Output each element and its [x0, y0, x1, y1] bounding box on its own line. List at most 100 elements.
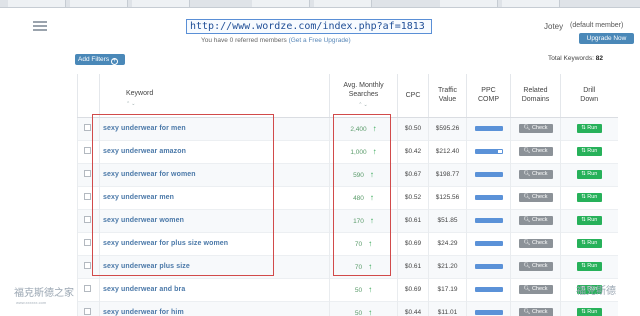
trend-up-icon: ↑: [368, 308, 373, 316]
cpc-cell: $0.42: [397, 139, 429, 163]
run-button[interactable]: ⇅ Run: [576, 262, 602, 271]
browser-tab[interactable]: [502, 0, 560, 7]
check-button[interactable]: 🔍︎ Check: [518, 147, 553, 156]
row-checkbox[interactable]: [84, 308, 91, 316]
keyword-link[interactable]: sexy underwear and bra: [103, 286, 185, 293]
cpc-cell: $0.67: [397, 162, 429, 186]
check-button[interactable]: 🔍︎ Check: [518, 308, 553, 316]
drill-icon: ⇅: [581, 148, 586, 154]
searches-value: 170: [353, 218, 364, 225]
keyword-cell[interactable]: sexy underwear and bra: [99, 277, 330, 301]
cpc-column-header[interactable]: CPC: [397, 74, 429, 118]
row-checkbox[interactable]: [84, 170, 91, 177]
run-button[interactable]: ⇅ Run: [576, 193, 602, 202]
row-checkbox[interactable]: [84, 124, 91, 131]
row-checkbox[interactable]: [84, 239, 91, 246]
keyword-cell[interactable]: sexy underwear women: [99, 208, 330, 232]
keyword-column-header[interactable]: Keyword ⌃⌄: [99, 74, 330, 118]
keyword-cell[interactable]: sexy underwear for women: [99, 162, 330, 186]
searches-value: 50: [354, 287, 363, 294]
keyword-header-label: Keyword: [126, 90, 154, 98]
keyword-cell[interactable]: sexy underwear for plus size women: [99, 231, 330, 255]
check-button[interactable]: 🔍︎ Check: [518, 285, 553, 294]
browser-tab[interactable]: [252, 0, 310, 7]
check-label: Check: [531, 217, 548, 223]
related-domains-column-header: Related Domains: [510, 74, 561, 118]
ppc-comp-column-header[interactable]: PPC COMP: [466, 74, 511, 118]
sort-arrows-icon[interactable]: ⌃⌄: [330, 101, 397, 110]
keyword-cell[interactable]: sexy underwear amazon: [99, 139, 330, 163]
related-domains-cell: 🔍︎ Check: [510, 254, 561, 278]
sort-arrows-icon[interactable]: ⌃⌄: [126, 100, 329, 109]
drill-down-column-header: Drill Down: [560, 74, 618, 118]
drill-down-cell: ⇅ Run: [560, 300, 618, 316]
comp-header-line1: PPC: [481, 87, 496, 95]
row-checkbox[interactable]: [84, 147, 91, 154]
keyword-link[interactable]: sexy underwear for plus size women: [103, 240, 228, 247]
keyword-cell[interactable]: sexy underwear for men: [99, 116, 330, 140]
referral-text: You have 0 referred members: [201, 37, 287, 44]
drill-icon: ⇅: [581, 125, 586, 131]
traffic-value: $17.19: [437, 286, 458, 293]
browser-tab[interactable]: [314, 0, 372, 7]
traffic-value-cell: $595.26: [428, 116, 467, 140]
free-upgrade-link[interactable]: (Get a Free Upgrade): [289, 37, 351, 44]
browser-tab[interactable]: [70, 0, 128, 7]
run-button[interactable]: ⇅ Run: [576, 170, 602, 179]
check-label: Check: [531, 194, 548, 200]
row-select-cell: [77, 277, 100, 301]
searches-column-header[interactable]: Avg. Monthly Searches ⌃⌄: [329, 74, 398, 118]
browser-tab[interactable]: [440, 0, 498, 7]
traffic-value-column-header[interactable]: Traffic Value: [428, 74, 467, 118]
check-button[interactable]: 🔍︎ Check: [518, 193, 553, 202]
address-bar[interactable]: http://www.wordze.com/index.php?af=1813: [186, 19, 432, 34]
upgrade-now-button[interactable]: Upgrade Now: [579, 33, 634, 44]
traffic-value-cell: $24.29: [428, 231, 467, 255]
searches-cell: 70 ↑: [329, 231, 398, 255]
run-button[interactable]: ⇅ Run: [576, 124, 602, 133]
keyword-link[interactable]: sexy underwear for women: [103, 171, 196, 178]
total-keywords-value: 82: [595, 55, 603, 62]
row-checkbox[interactable]: [84, 193, 91, 200]
keyword-cell[interactable]: sexy underwear men: [99, 185, 330, 209]
keyword-link[interactable]: sexy underwear women: [103, 217, 184, 224]
trend-up-icon: ↑: [372, 124, 377, 133]
table-row: sexy underwear for him 50 ↑ $0.44 $11.01 🔍︎ C…: [77, 300, 618, 316]
keyword-link[interactable]: sexy underwear for men: [103, 125, 186, 132]
row-select-cell: [77, 208, 100, 232]
keyword-cell[interactable]: sexy underwear plus size: [99, 254, 330, 278]
row-checkbox[interactable]: [84, 216, 91, 223]
ppc-comp-cell: [466, 231, 511, 255]
traffic-value-cell: $198.77: [428, 162, 467, 186]
keyword-link[interactable]: sexy underwear for him: [103, 309, 184, 316]
keyword-cell[interactable]: sexy underwear for him: [99, 300, 330, 316]
run-button[interactable]: ⇅ Run: [576, 308, 602, 316]
traffic-value-cell: $11.01: [428, 300, 467, 316]
check-button[interactable]: 🔍︎ Check: [518, 239, 553, 248]
menu-icon[interactable]: [33, 21, 47, 31]
cpc-value: $0.42: [404, 148, 422, 155]
row-checkbox[interactable]: [84, 262, 91, 269]
traffic-value: $125.56: [435, 194, 460, 201]
check-button[interactable]: 🔍︎ Check: [518, 216, 553, 225]
run-button[interactable]: ⇅ Run: [576, 216, 602, 225]
cpc-header-label: CPC: [405, 91, 421, 99]
keyword-link[interactable]: sexy underwear amazon: [103, 148, 186, 155]
trend-up-icon: ↑: [368, 285, 373, 294]
browser-tab[interactable]: [132, 0, 190, 7]
search-icon: 🔍︎: [523, 263, 531, 269]
drill-down-cell: ⇅ Run: [560, 162, 618, 186]
keyword-rows: sexy underwear for men 2,400 ↑ $0.50 $595.26…: [77, 116, 618, 316]
keyword-link[interactable]: sexy underwear plus size: [103, 263, 190, 270]
check-button[interactable]: 🔍︎ Check: [518, 124, 553, 133]
row-checkbox[interactable]: [84, 285, 91, 292]
drill-header-line2: Down: [580, 96, 599, 104]
check-button[interactable]: 🔍︎ Check: [518, 262, 553, 271]
row-select-cell: [77, 139, 100, 163]
add-filters-button[interactable]: Add Filters +: [75, 54, 125, 65]
browser-tab[interactable]: [8, 0, 66, 7]
check-button[interactable]: 🔍︎ Check: [518, 170, 553, 179]
run-button[interactable]: ⇅ Run: [576, 147, 602, 156]
run-button[interactable]: ⇅ Run: [576, 239, 602, 248]
keyword-link[interactable]: sexy underwear men: [103, 194, 174, 201]
